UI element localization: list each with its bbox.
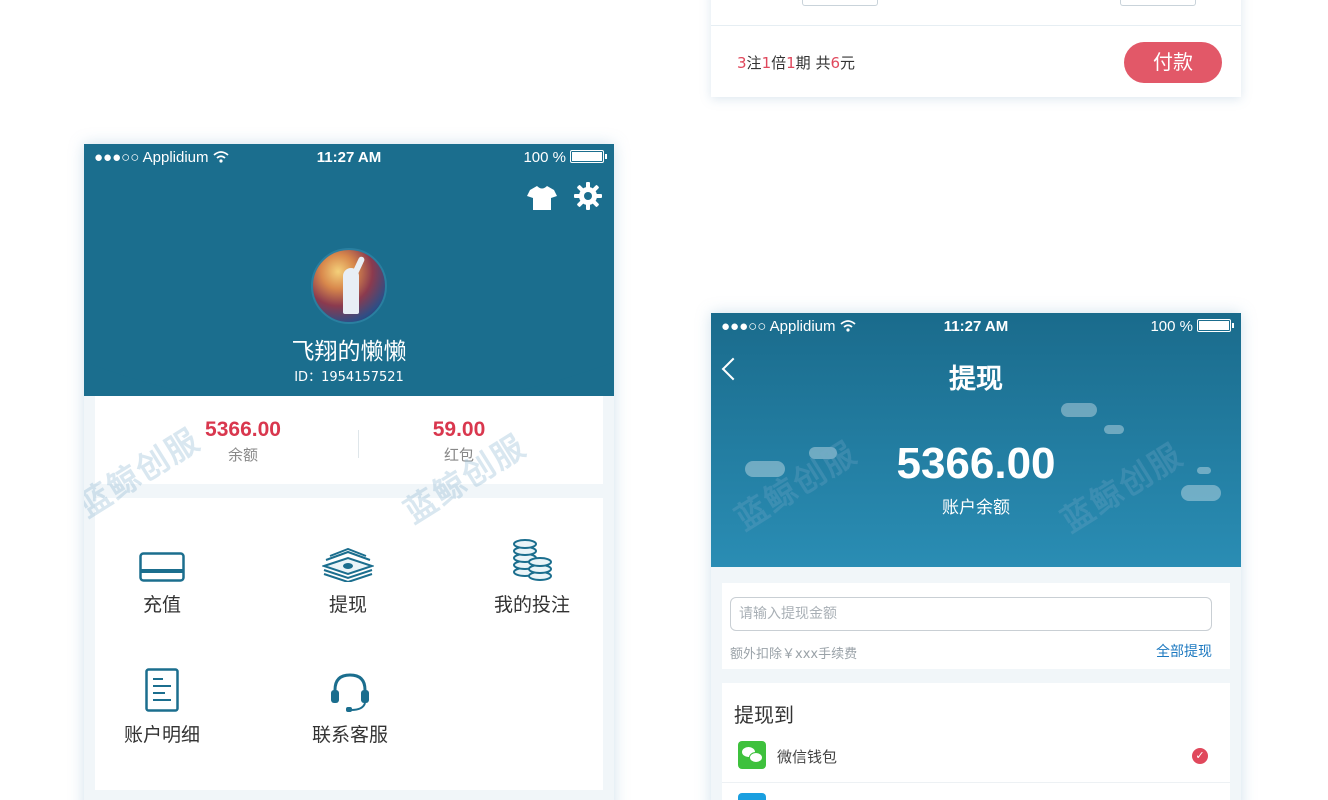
function-menu: 充值 提现 我的投注 账户明细 联系客服	[95, 498, 603, 790]
screen: 3注1倍1期 共6元 付款 ●●●○○ Applidium 11:27 AM 1…	[0, 0, 1328, 800]
bet-periods: 1	[786, 54, 796, 72]
withdraw-target-card: 提现到 微信钱包 ✓	[722, 683, 1230, 800]
status-bar: ●●●○○ Applidium 11:27 AM 100 %	[711, 313, 1241, 341]
check-icon: ✓	[1192, 748, 1208, 764]
document-icon	[145, 668, 179, 712]
bet-periods-unit: 期 共	[795, 54, 831, 72]
menu-label: 我的投注	[493, 594, 570, 616]
wallet-label: 微信钱包	[777, 748, 838, 766]
battery-icon	[1197, 319, 1234, 332]
battery-label: 100 %	[1150, 318, 1234, 335]
bet-multiple: 1	[761, 54, 772, 72]
profile-phone: ●●●○○ Applidium 11:27 AM 100 % 飞翔的懒懒 ID：…	[84, 144, 614, 800]
withdraw-input-card: 额外扣除￥xxx手续费 全部提现	[722, 583, 1230, 669]
bet-total: 6	[830, 54, 840, 72]
menu-label: 账户明细	[123, 724, 200, 746]
header-actions	[515, 182, 602, 216]
bet-count-unit: 注	[746, 54, 762, 72]
menu-item-my-bets[interactable]: 我的投注	[457, 536, 607, 617]
headset-icon	[331, 673, 369, 712]
coins-icon	[513, 539, 552, 581]
periods-input[interactable]	[1120, 0, 1196, 6]
username: 飞翔的懒懒	[291, 339, 407, 365]
fee-note: 额外扣除￥xxx手续费	[730, 647, 858, 662]
bet-payment-card: 3注1倍1期 共6元 付款	[711, 0, 1241, 97]
status-bar: ●●●○○ Applidium 11:27 AM 100 %	[84, 144, 614, 172]
redpacket-value: 59.00	[432, 418, 486, 441]
menu-item-customer-service[interactable]: 联系客服	[275, 666, 425, 747]
bet-summary: 3注1倍1期 共6元	[737, 52, 855, 73]
wechat-wallet-option[interactable]: 微信钱包 ✓	[722, 737, 1230, 783]
withdraw-target-title: 提现到	[734, 703, 794, 727]
bet-count: 3	[737, 54, 747, 72]
withdraw-all-link[interactable]: 全部提现	[1156, 641, 1212, 661]
withdraw-amount-input[interactable]	[730, 597, 1212, 631]
cash-stack-icon	[322, 548, 374, 582]
menu-item-recharge[interactable]: 充值	[87, 536, 237, 617]
gear-icon[interactable]	[574, 182, 602, 216]
bet-options-row	[711, 0, 1241, 26]
menu-item-account-details[interactable]: 账户明细	[87, 666, 237, 747]
bet-total-unit: 元	[840, 54, 856, 72]
tshirt-icon[interactable]	[526, 184, 557, 216]
card-icon	[139, 552, 185, 582]
cloud-decoration	[1061, 403, 1097, 417]
wechat-icon	[738, 741, 766, 769]
battery-label: 100 %	[523, 149, 607, 166]
payment-option-icon	[738, 793, 766, 800]
battery-text: 100 %	[1150, 318, 1193, 335]
page-title: 提现	[949, 364, 1003, 395]
avatar[interactable]	[311, 248, 387, 324]
battery-icon	[570, 150, 607, 163]
user-id: ID：1954157521	[294, 370, 404, 385]
menu-label: 联系客服	[311, 724, 388, 746]
menu-label: 充值	[142, 594, 181, 616]
multiple-input[interactable]	[802, 0, 878, 6]
menu-label: 提现	[328, 594, 367, 616]
battery-text: 100 %	[523, 149, 566, 166]
cloud-decoration	[1104, 425, 1124, 434]
withdraw-phone: ●●●○○ Applidium 11:27 AM 100 % 提现 5366.0…	[711, 313, 1241, 800]
pay-button[interactable]: 付款	[1124, 42, 1222, 83]
bet-multiple-unit: 倍	[771, 54, 787, 72]
menu-item-withdraw[interactable]: 提现	[273, 536, 423, 617]
